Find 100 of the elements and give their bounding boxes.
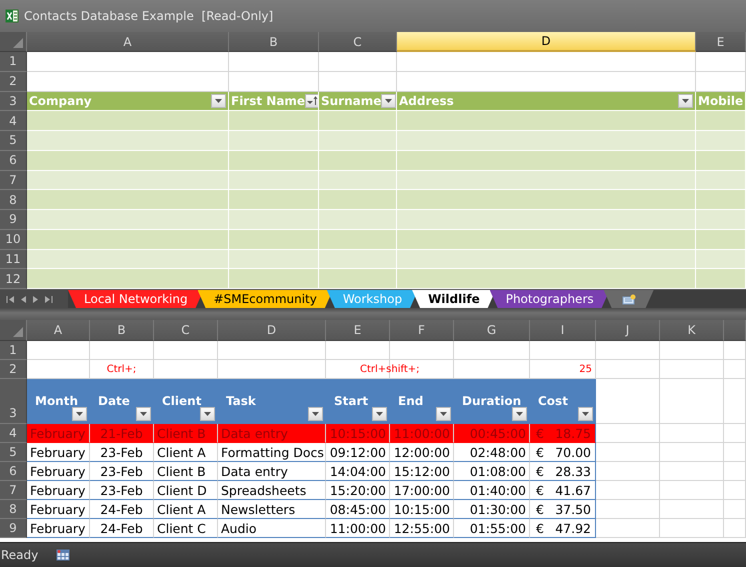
- filter-button[interactable]: [72, 407, 87, 421]
- filter-button[interactable]: [308, 407, 323, 421]
- sort-filter-button[interactable]: [305, 94, 318, 108]
- column-header[interactable]: J: [596, 320, 660, 341]
- filter-button[interactable]: [678, 94, 693, 108]
- row-header[interactable]: 2: [0, 72, 27, 92]
- column-header[interactable]: [724, 320, 746, 341]
- empty-cell: [724, 462, 746, 481]
- previous-sheet-icon[interactable]: [20, 294, 27, 304]
- row-header[interactable]: 9: [0, 519, 27, 538]
- caret-icon: [385, 98, 392, 103]
- column-header[interactable]: D: [397, 32, 696, 52]
- column-header[interactable]: K: [660, 320, 724, 341]
- column-header[interactable]: A: [27, 32, 229, 52]
- column-title: First Name: [231, 94, 306, 108]
- table-cell: February: [27, 443, 90, 462]
- cost-amount: 18.75: [555, 426, 591, 440]
- empty-cell: [724, 443, 746, 462]
- column-header[interactable]: C: [319, 32, 397, 52]
- table-cell: Formatting Docs: [218, 443, 326, 462]
- row-header[interactable]: 4: [0, 424, 27, 443]
- table-cell: [696, 269, 746, 289]
- corner-triangle-icon: [12, 37, 24, 49]
- empty-cell: [596, 462, 660, 481]
- empty-cell: [660, 519, 724, 538]
- column-header[interactable]: G: [454, 320, 530, 341]
- first-sheet-icon[interactable]: [6, 294, 15, 304]
- filter-button[interactable]: [372, 407, 387, 421]
- empty-cell: [596, 500, 660, 519]
- filter-button[interactable]: [136, 407, 151, 421]
- table-cell: 09:12:00: [326, 443, 390, 462]
- column-header[interactable]: B: [90, 320, 154, 341]
- column-header[interactable]: C: [154, 320, 218, 341]
- row-header[interactable]: 1: [0, 341, 27, 360]
- table-cell: 11:00:00: [390, 424, 454, 443]
- row-header[interactable]: 8: [0, 190, 27, 210]
- table-cell: [696, 190, 746, 210]
- caret-icon: [215, 98, 222, 103]
- status-text: Ready: [0, 548, 38, 562]
- table-cell: 10:15:00: [326, 424, 390, 443]
- column-title: Task: [226, 394, 256, 408]
- column-header[interactable]: E: [696, 32, 746, 52]
- column-title: Cost: [538, 394, 568, 408]
- empty-cell: [660, 443, 724, 462]
- row-header[interactable]: 2: [0, 360, 27, 379]
- filter-button[interactable]: [436, 407, 451, 421]
- column-header[interactable]: I: [530, 320, 596, 341]
- empty-cell: [660, 360, 724, 379]
- column-header[interactable]: D: [218, 320, 326, 341]
- caret-icon: [582, 412, 589, 416]
- table-cell: 23-Feb: [90, 481, 154, 500]
- column-header[interactable]: E: [326, 320, 390, 341]
- row-header[interactable]: 7: [0, 481, 27, 500]
- row-header[interactable]: 11: [0, 250, 27, 270]
- insert-sheet-button[interactable]: [604, 290, 654, 308]
- table-cell: 23-Feb: [90, 443, 154, 462]
- empty-cell: [660, 341, 724, 360]
- caret-icon: [440, 412, 447, 416]
- row-header[interactable]: 1: [0, 52, 27, 72]
- empty-cell: [660, 424, 724, 443]
- select-all-corner[interactable]: [0, 320, 27, 341]
- table-cell: February: [27, 462, 90, 481]
- table-cell: 24-Feb: [90, 519, 154, 538]
- filter-button[interactable]: [211, 94, 226, 108]
- table-cell: 24-Feb: [90, 500, 154, 519]
- row-header[interactable]: 8: [0, 500, 27, 519]
- row-header[interactable]: 4: [0, 111, 27, 131]
- caret-icon: [76, 412, 83, 416]
- sheet-view-icon[interactable]: [56, 549, 70, 561]
- column-header[interactable]: B: [229, 32, 319, 52]
- row-header[interactable]: 7: [0, 170, 27, 190]
- row-header[interactable]: 3: [0, 92, 27, 112]
- empty-cell: [724, 500, 746, 519]
- row-header[interactable]: 10: [0, 230, 27, 250]
- column-title: Surname: [321, 94, 382, 108]
- column-header[interactable]: A: [27, 320, 90, 341]
- row-header[interactable]: 5: [0, 443, 27, 462]
- row-header[interactable]: 12: [0, 269, 27, 289]
- table-cell: 01:40:00: [454, 481, 530, 500]
- column-title: Date: [98, 394, 130, 408]
- column-header[interactable]: F: [390, 320, 454, 341]
- row-header[interactable]: 6: [0, 462, 27, 481]
- filter-button[interactable]: [578, 407, 593, 421]
- row-header[interactable]: 5: [0, 131, 27, 151]
- select-all-corner[interactable]: [0, 32, 27, 52]
- filter-button[interactable]: [200, 407, 215, 421]
- caret-icon: [376, 412, 383, 416]
- row-header[interactable]: 3: [0, 379, 27, 424]
- filter-button[interactable]: [381, 94, 396, 108]
- last-sheet-icon[interactable]: [44, 294, 53, 304]
- sheet-icon: [622, 294, 636, 304]
- table-cell: 21-Feb: [90, 424, 154, 443]
- row-header[interactable]: 9: [0, 210, 27, 230]
- cost-amount: 28.33: [555, 464, 591, 478]
- filter-button[interactable]: [512, 407, 527, 421]
- table-cell: 11:00:00: [326, 519, 390, 538]
- currency-symbol: €: [536, 444, 544, 460]
- empty-cell: [660, 481, 724, 500]
- row-header[interactable]: 6: [0, 150, 27, 170]
- next-sheet-icon[interactable]: [32, 294, 39, 304]
